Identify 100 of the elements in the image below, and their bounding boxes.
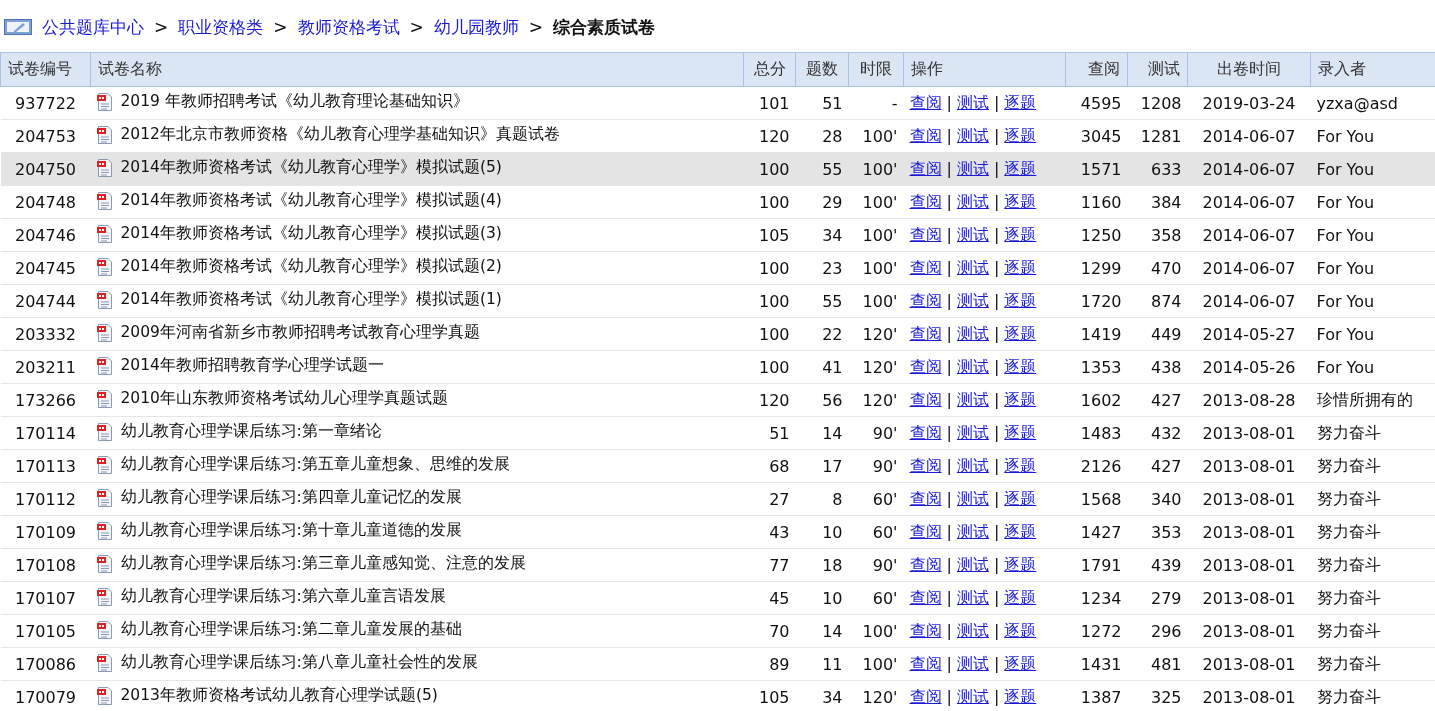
action-link[interactable]: 查阅 [909, 158, 942, 178]
action-link[interactable]: 逐题 [1004, 191, 1037, 211]
table-row[interactable]: 204745 2014年教师资格考试《幼儿教育心理学》模拟试题(2) 100 23 100' 查阅 | 测试 | 逐题 1299 470 2014-06-07 For You [0, 251, 1435, 285]
action-link[interactable]: 逐题 [1004, 290, 1037, 310]
action-link[interactable]: 查阅 [909, 356, 942, 376]
table-row[interactable]: 170086 幼儿教育心理学课后练习:第八章儿童社会性的发展 89 11 100' 查阅 | 测试 | 逐题 1431 481 2013-08-01 努力奋斗 [0, 647, 1435, 681]
action-link[interactable]: 测试 [956, 686, 989, 706]
action-link[interactable]: 逐题 [1004, 125, 1037, 145]
action-link[interactable]: 查阅 [909, 686, 942, 706]
breadcrumb-link[interactable]: 教师资格考试 [297, 15, 400, 39]
breadcrumb-link[interactable]: 幼儿园教师 [433, 15, 519, 39]
table-row[interactable]: 170105 幼儿教育心理学课后练习:第二章儿童发展的基础 70 14 100' 查阅 | 测试 | 逐题 1272 296 2013-08-01 努力奋斗 [0, 614, 1435, 648]
action-link[interactable]: 测试 [956, 521, 989, 541]
paper-title-link[interactable]: 幼儿教育心理学课后练习:第五章儿童想象、思维的发展 [120, 454, 510, 476]
action-link[interactable]: 查阅 [909, 92, 942, 112]
table-row[interactable]: 170113 幼儿教育心理学课后练习:第五章儿童想象、思维的发展 68 17 90' 查阅 | 测试 | 逐题 2126 427 2013-08-01 努力奋斗 [0, 449, 1435, 483]
action-link[interactable]: 查阅 [909, 653, 942, 673]
action-link[interactable]: 查阅 [909, 554, 942, 574]
table-row[interactable]: 173266 2010年山东教师资格考试幼儿心理学真题试题 120 56 120' 查阅 | 测试 | 逐题 1602 427 2013-08-28 珍惜所拥有的 [0, 383, 1435, 417]
paper-title-link[interactable]: 幼儿教育心理学课后练习:第二章儿童发展的基础 [120, 619, 462, 641]
paper-title-link[interactable]: 2009年河南省新乡市教师招聘考试教育心理学真题 [120, 322, 480, 344]
table-row[interactable]: 170108 幼儿教育心理学课后练习:第三章儿童感知觉、注意的发展 77 18 90' 查阅 | 测试 | 逐题 1791 439 2013-08-01 努力奋斗 [0, 548, 1435, 582]
action-link[interactable]: 测试 [956, 554, 989, 574]
action-link[interactable]: 测试 [956, 290, 989, 310]
action-link[interactable]: 逐题 [1004, 224, 1037, 244]
action-link[interactable]: 查阅 [909, 422, 942, 442]
paper-title-link[interactable]: 2013年教师资格考试幼儿教育心理学试题(5) [120, 685, 438, 707]
paper-title-link[interactable]: 幼儿教育心理学课后练习:第四章儿童记忆的发展 [120, 487, 462, 509]
action-link[interactable]: 测试 [956, 158, 989, 178]
action-link[interactable]: 测试 [956, 356, 989, 376]
action-link[interactable]: 逐题 [1004, 686, 1037, 706]
paper-title-link[interactable]: 幼儿教育心理学课后练习:第八章儿童社会性的发展 [120, 652, 478, 674]
paper-title-link[interactable]: 幼儿教育心理学课后练习:第六章儿童言语发展 [120, 586, 446, 608]
action-link[interactable]: 逐题 [1004, 521, 1037, 541]
action-link[interactable]: 测试 [956, 422, 989, 442]
action-link[interactable]: 测试 [956, 125, 989, 145]
action-link[interactable]: 测试 [956, 587, 989, 607]
table-row[interactable]: 204744 2014年教师资格考试《幼儿教育心理学》模拟试题(1) 100 55 100' 查阅 | 测试 | 逐题 1720 874 2014-06-07 For You [0, 284, 1435, 318]
action-link[interactable]: 测试 [956, 653, 989, 673]
action-link[interactable]: 测试 [956, 620, 989, 640]
table-row[interactable]: 170109 幼儿教育心理学课后练习:第十章儿童道德的发展 43 10 60' 查阅 | 测试 | 逐题 1427 353 2013-08-01 努力奋斗 [0, 515, 1435, 549]
table-row[interactable]: 170079 2013年教师资格考试幼儿教育心理学试题(5) 105 34 120' 查阅 | 测试 | 逐题 1387 325 2013-08-01 努力奋斗 [0, 680, 1435, 711]
action-link[interactable]: 查阅 [909, 620, 942, 640]
paper-title-link[interactable]: 2014年教师资格考试《幼儿教育心理学》模拟试题(3) [120, 223, 502, 245]
action-link[interactable]: 逐题 [1004, 158, 1037, 178]
action-link[interactable]: 逐题 [1004, 257, 1037, 277]
table-row[interactable]: 204748 2014年教师资格考试《幼儿教育心理学》模拟试题(4) 100 29 100' 查阅 | 测试 | 逐题 1160 384 2014-06-07 For You [0, 185, 1435, 219]
action-link[interactable]: 测试 [956, 92, 989, 112]
action-link[interactable]: 逐题 [1004, 455, 1037, 475]
action-link[interactable]: 测试 [956, 191, 989, 211]
action-link[interactable]: 逐题 [1004, 356, 1037, 376]
action-link[interactable]: 测试 [956, 323, 989, 343]
action-link[interactable]: 查阅 [909, 257, 942, 277]
table-row[interactable]: 170107 幼儿教育心理学课后练习:第六章儿童言语发展 45 10 60' 查阅 | 测试 | 逐题 1234 279 2013-08-01 努力奋斗 [0, 581, 1435, 615]
table-row[interactable]: 170114 幼儿教育心理学课后练习:第一章绪论 51 14 90' 查阅 | 测试 | 逐题 1483 432 2013-08-01 努力奋斗 [0, 416, 1435, 450]
paper-title-link[interactable]: 2014年教师资格考试《幼儿教育心理学》模拟试题(1) [120, 289, 502, 311]
breadcrumb-link[interactable]: 职业资格类 [178, 15, 264, 39]
table-row[interactable]: 204746 2014年教师资格考试《幼儿教育心理学》模拟试题(3) 105 34 100' 查阅 | 测试 | 逐题 1250 358 2014-06-07 For You [0, 218, 1435, 252]
action-link[interactable]: 测试 [956, 488, 989, 508]
table-cell: For You [1310, 218, 1435, 252]
action-link[interactable]: 查阅 [909, 224, 942, 244]
action-link[interactable]: 测试 [956, 257, 989, 277]
paper-title-link[interactable]: 2012年北京市教师资格《幼儿教育心理学基础知识》真题试卷 [120, 124, 560, 146]
table-row[interactable]: 203211 2014年教师招聘教育学心理学试题一 100 41 120' 查阅 | 测试 | 逐题 1353 438 2014-05-26 For You [0, 350, 1435, 384]
paper-title-link[interactable]: 2019 年教师招聘考试《幼儿教育理论基础知识》 [120, 91, 469, 113]
action-link[interactable]: 查阅 [909, 488, 942, 508]
action-link[interactable]: 测试 [956, 455, 989, 475]
action-link[interactable]: 查阅 [909, 323, 942, 343]
paper-title-link[interactable]: 2014年教师招聘教育学心理学试题一 [120, 355, 384, 377]
paper-title-link[interactable]: 2014年教师资格考试《幼儿教育心理学》模拟试题(2) [120, 256, 502, 278]
action-link[interactable]: 查阅 [909, 290, 942, 310]
paper-title-link[interactable]: 2010年山东教师资格考试幼儿心理学真题试题 [120, 388, 448, 410]
table-row[interactable]: 204750 2014年教师资格考试《幼儿教育心理学》模拟试题(5) 100 55 100' 查阅 | 测试 | 逐题 1571 633 2014-06-07 For You [0, 152, 1435, 186]
paper-title-link[interactable]: 幼儿教育心理学课后练习:第十章儿童道德的发展 [120, 520, 462, 542]
action-link[interactable]: 查阅 [909, 191, 942, 211]
action-link[interactable]: 逐题 [1004, 422, 1037, 442]
table-row[interactable]: 203332 2009年河南省新乡市教师招聘考试教育心理学真题 100 22 120' 查阅 | 测试 | 逐题 1419 449 2014-05-27 For You [0, 317, 1435, 351]
action-link[interactable]: 测试 [956, 389, 989, 409]
action-link[interactable]: 逐题 [1004, 620, 1037, 640]
table-row[interactable]: 170112 幼儿教育心理学课后练习:第四章儿童记忆的发展 27 8 60' 查阅 | 测试 | 逐题 1568 340 2013-08-01 努力奋斗 [0, 482, 1435, 516]
action-link[interactable]: 逐题 [1004, 653, 1037, 673]
action-link[interactable]: 逐题 [1004, 554, 1037, 574]
action-link[interactable]: 查阅 [909, 521, 942, 541]
table-row[interactable]: 937722 2019 年教师招聘考试《幼儿教育理论基础知识》 101 51 - 查阅 | 测试 | 逐题 4595 1208 2019-03-24 yzxa@asd [0, 86, 1435, 120]
action-link[interactable]: 逐题 [1004, 92, 1037, 112]
table-row[interactable]: 204753 2012年北京市教师资格《幼儿教育心理学基础知识》真题试卷 120 28 100' 查阅 | 测试 | 逐题 3045 1281 2014-06-07 For You [0, 119, 1435, 153]
paper-title-link[interactable]: 幼儿教育心理学课后练习:第三章儿童感知觉、注意的发展 [120, 553, 526, 575]
action-link[interactable]: 逐题 [1004, 389, 1037, 409]
breadcrumb-link[interactable]: 公共题库中心 [42, 15, 144, 39]
action-link[interactable]: 逐题 [1004, 587, 1037, 607]
action-link[interactable]: 逐题 [1004, 488, 1037, 508]
paper-title-link[interactable]: 2014年教师资格考试《幼儿教育心理学》模拟试题(4) [120, 190, 502, 212]
action-link[interactable]: 测试 [956, 224, 989, 244]
action-link[interactable]: 查阅 [909, 125, 942, 145]
action-link[interactable]: 查阅 [909, 587, 942, 607]
table-cell: 100' [848, 251, 904, 285]
action-link[interactable]: 逐题 [1004, 323, 1037, 343]
action-link[interactable]: 查阅 [909, 389, 942, 409]
paper-title-link[interactable]: 幼儿教育心理学课后练习:第一章绪论 [120, 421, 382, 443]
action-link[interactable]: 查阅 [909, 455, 942, 475]
